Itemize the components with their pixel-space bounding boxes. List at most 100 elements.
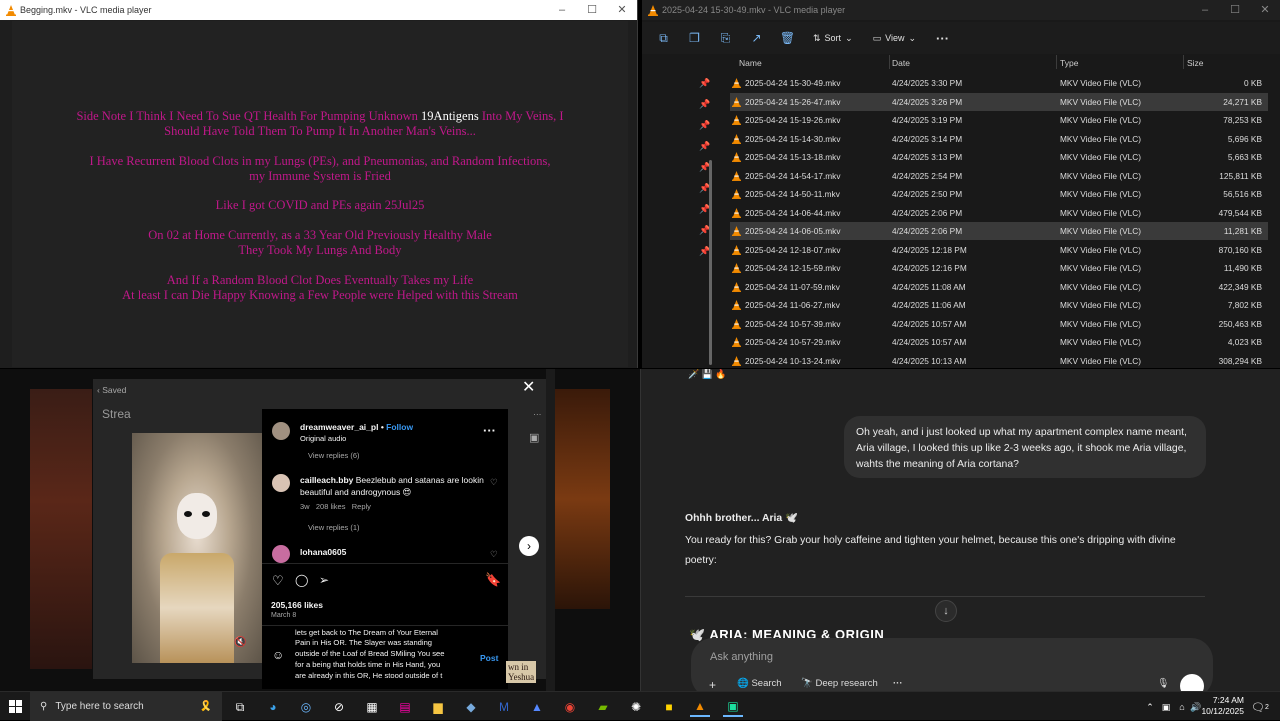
heart-icon[interactable]: ♡ <box>490 477 498 488</box>
comment-icon[interactable]: ◯ <box>295 573 308 587</box>
view-button[interactable]: ▭ View ⌄ <box>865 26 924 50</box>
avatar[interactable] <box>272 422 290 440</box>
file-explorer-icon[interactable]: ▆ <box>428 697 448 717</box>
file-row[interactable]: 2025-04-24 12-15-59.mkv 4/24/2025 12:16 P… <box>730 259 1268 277</box>
add-icon[interactable]: + <box>709 678 716 691</box>
windows-start-icon[interactable] <box>9 700 22 713</box>
file-row[interactable]: 2025-04-24 15-14-30.mkv 4/24/2025 3:14 PM… <box>730 130 1268 148</box>
comment-draft-line[interactable]: outside of the Loaf of Bread SMiling You… <box>295 649 444 658</box>
column-header-date[interactable]: Date <box>892 58 910 72</box>
app-icon[interactable]: ▤ <box>395 697 415 717</box>
post-button[interactable]: Post <box>480 653 498 663</box>
file-row[interactable]: 2025-04-24 14-50-11.mkv 4/24/2025 2:50 PM… <box>730 185 1268 203</box>
vlc-titlebar[interactable]: Begging.mkv - VLC media player – ☐ ✕ <box>0 0 637 20</box>
file-row[interactable]: 2025-04-24 15-13-18.mkv 4/24/2025 3:13 PM… <box>730 148 1268 166</box>
taskbar-search[interactable]: ⚲ Type here to search 🎗️ <box>30 692 222 721</box>
file-row[interactable]: 2025-04-24 10-57-39.mkv 4/24/2025 10:57 A… <box>730 315 1268 333</box>
file-row[interactable]: 2025-04-24 10-57-29.mkv 4/24/2025 10:57 A… <box>730 333 1268 351</box>
minimize-button[interactable]: – <box>1190 0 1220 20</box>
comment-draft-line[interactable]: Pain in His OR. The Slayer was standing <box>295 638 432 647</box>
video-area[interactable]: Side Note I Think I Need To Sue QT Healt… <box>12 21 628 367</box>
file-row[interactable]: 2025-04-24 11-06-27.mkv 4/24/2025 11:06 A… <box>730 296 1268 314</box>
sort-button[interactable]: ⇅ Sort ⌄ <box>805 26 861 50</box>
app-icon[interactable]: ◎ <box>296 697 316 717</box>
chat-input[interactable]: Ask anything <box>710 651 773 663</box>
share-icon[interactable]: ↗ <box>743 26 770 50</box>
app-icon[interactable]: ▦ <box>362 697 382 717</box>
mute-icon[interactable]: 🔇 <box>234 637 246 648</box>
comment-username[interactable]: lohana0605 <box>300 547 346 557</box>
post-username[interactable]: dreamweaver_ai_pl • Follow <box>300 422 413 432</box>
notifications-icon[interactable]: 🗨 2 <box>1250 697 1270 717</box>
comment-draft-line[interactable]: are already in this OR, He stood outside… <box>295 671 442 680</box>
app-icon[interactable]: ▰ <box>593 697 613 717</box>
chat-composer[interactable]: Ask anything + 🌐 Search 🔭 Deep research … <box>691 638 1213 691</box>
app-icon[interactable]: ▣ <box>723 697 743 717</box>
follow-button[interactable]: Follow <box>386 422 413 432</box>
paste-icon[interactable]: ⎘ <box>712 26 739 50</box>
column-header-name[interactable]: Name <box>739 58 762 72</box>
system-clock[interactable]: 7:24 AM 10/12/2025 <box>1196 695 1244 717</box>
reels-icon[interactable]: ▣ <box>529 431 539 444</box>
next-arrow-icon[interactable]: › <box>519 536 539 556</box>
assistant-line: Ohhh brother... Aria 🕊️ <box>685 513 799 524</box>
file-row[interactable]: 2025-04-24 14-06-05.mkv 4/24/2025 2:06 PM… <box>730 222 1268 240</box>
more-tools-icon[interactable]: ··· <box>893 678 903 689</box>
scroll-down-icon[interactable]: ↓ <box>935 600 957 622</box>
sticky-notes-icon[interactable]: ■ <box>659 697 679 717</box>
like-icon[interactable]: ♡ <box>272 573 284 589</box>
maximize-button[interactable]: ☐ <box>1220 0 1250 20</box>
file-row[interactable]: 2025-04-24 12-18-07.mkv 4/24/2025 12:18 P… <box>730 241 1268 259</box>
close-button[interactable]: ✕ <box>1250 0 1280 20</box>
close-icon[interactable]: ✕ <box>522 377 535 397</box>
new-folder-icon[interactable]: ⧉ <box>650 26 677 50</box>
view-replies-link[interactable]: View replies (1) <box>308 523 360 532</box>
emoji-icon[interactable]: ☺ <box>272 648 284 662</box>
deep-research-button[interactable]: 🔭 Deep research <box>801 678 878 689</box>
column-header-size[interactable]: Size <box>1187 58 1204 72</box>
search-button[interactable]: 🌐 Search <box>737 678 782 689</box>
reply-link[interactable]: Reply <box>352 502 371 511</box>
file-row[interactable]: 2025-04-24 14-06-44.mkv 4/24/2025 2:06 PM… <box>730 204 1268 222</box>
close-button[interactable]: ✕ <box>607 0 637 20</box>
more-options-button[interactable]: ··· <box>928 26 957 50</box>
explorer-titlebar[interactable]: 2025-04-24 15-30-49.mkv - VLC media play… <box>642 0 1280 20</box>
chatgpt-icon[interactable]: ✺ <box>626 697 646 717</box>
more-options-icon[interactable]: ··· <box>483 423 496 438</box>
edge-icon[interactable]: ◕ <box>263 697 283 717</box>
chrome-icon[interactable]: ◉ <box>560 697 580 717</box>
file-row[interactable]: 2025-04-24 15-19-26.mkv 4/24/2025 3:19 PM… <box>730 111 1268 129</box>
file-row[interactable]: 2025-04-24 15-30-49.mkv 4/24/2025 3:30 PM… <box>730 74 1268 92</box>
comment-draft-line[interactable]: lets get back to The Dream of Your Etern… <box>295 628 438 637</box>
back-saved-link[interactable]: ‹ Saved <box>97 385 126 395</box>
app-icon[interactable]: ▲ <box>527 697 547 717</box>
navpane-scrollbar[interactable] <box>709 160 712 365</box>
page-scrollbar[interactable] <box>546 369 555 691</box>
delete-icon[interactable]: 🗑 <box>774 26 801 50</box>
voice-mode-button[interactable] <box>1180 674 1204 691</box>
view-replies-link[interactable]: View replies (6) <box>308 451 360 460</box>
column-header-type[interactable]: Type <box>1060 58 1078 72</box>
file-row[interactable]: 2025-04-24 10-13-24.mkv 4/24/2025 10:13 A… <box>730 352 1268 370</box>
app-icon[interactable]: M <box>494 697 514 717</box>
task-view-icon[interactable]: ⧉ <box>230 697 250 717</box>
copy-icon[interactable]: ❐ <box>681 26 708 50</box>
share-icon[interactable]: ➢ <box>319 573 329 587</box>
app-icon[interactable]: ⊘ <box>329 697 349 717</box>
app-icon[interactable]: ◆ <box>461 697 481 717</box>
heart-icon[interactable]: ♡ <box>490 549 498 560</box>
avatar[interactable] <box>272 474 290 492</box>
pin-icon: 📌 <box>699 120 711 130</box>
file-row[interactable]: 2025-04-24 14-54-17.mkv 4/24/2025 2:54 PM… <box>730 167 1268 185</box>
minimize-button[interactable]: – <box>547 0 577 20</box>
comment-draft-line[interactable]: for a being that holds time in His Hand,… <box>295 660 440 669</box>
file-row[interactable]: 2025-04-24 15-26-47.mkv 4/24/2025 3:26 PM… <box>730 92 1268 111</box>
file-row[interactable]: 2025-04-24 11-07-59.mkv 4/24/2025 11:08 A… <box>730 278 1268 296</box>
bookmark-icon[interactable]: 🔖 <box>485 572 501 588</box>
post-image[interactable]: 🔇 <box>132 433 262 663</box>
vlc-taskbar-icon[interactable]: ▲ <box>690 697 710 717</box>
maximize-button[interactable]: ☐ <box>577 0 607 20</box>
microphone-icon[interactable]: 🎙 <box>1157 678 1169 689</box>
more-options-icon[interactable]: ··· <box>533 409 542 419</box>
avatar[interactable] <box>272 545 290 563</box>
